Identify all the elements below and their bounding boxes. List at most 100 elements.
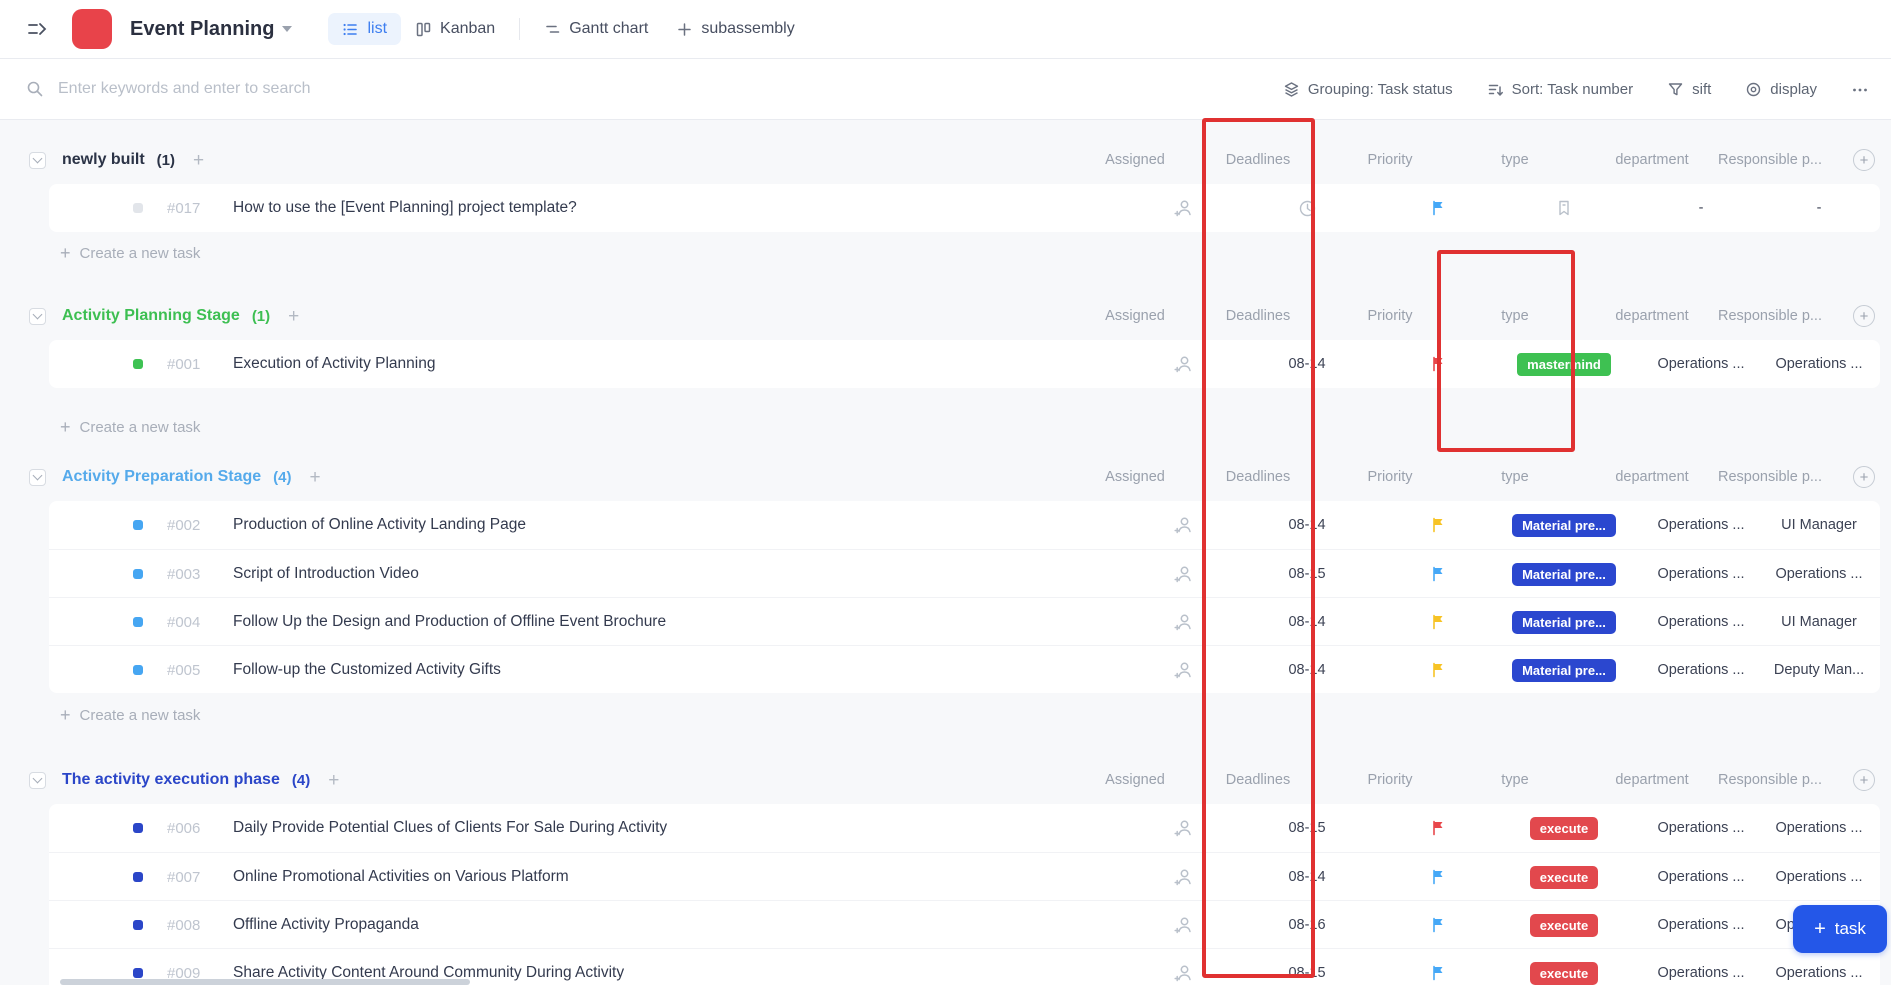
type-badge[interactable]: execute [1494, 853, 1634, 901]
type-badge[interactable]: Material pre... [1494, 501, 1634, 549]
status-dot[interactable] [133, 665, 143, 675]
task-deadline[interactable]: 08-16 [1257, 901, 1357, 949]
priority-flag-icon[interactable] [1389, 646, 1489, 693]
task-responsible[interactable]: Operations ... [1749, 853, 1880, 901]
assign-user-icon[interactable] [1134, 804, 1234, 852]
task-row[interactable]: #008 Offline Activity Propaganda 08-16 e… [49, 900, 1880, 948]
assign-user-icon[interactable] [1134, 184, 1234, 232]
add-column-button[interactable]: + [1853, 149, 1875, 171]
column-header-deadlines[interactable]: Deadlines [1208, 300, 1308, 332]
task-deadline[interactable]: 08-15 [1257, 949, 1357, 985]
status-dot[interactable] [133, 823, 143, 833]
task-row[interactable]: #002 Production of Online Activity Landi… [49, 501, 1880, 549]
task-deadline[interactable]: 08-14 [1257, 598, 1357, 646]
column-header-assigned[interactable]: Assigned [1085, 461, 1185, 493]
sort-control[interactable]: Sort: Task number [1487, 81, 1633, 98]
sidebar-toggle-icon[interactable] [24, 16, 50, 42]
column-header-responsible[interactable]: Responsible p... [1698, 144, 1842, 176]
task-deadline[interactable]: 08-14 [1257, 646, 1357, 693]
task-row[interactable]: #017 How to use the [Event Planning] pro… [49, 184, 1880, 232]
priority-flag-icon[interactable] [1389, 901, 1489, 949]
project-dropdown-caret-icon[interactable] [282, 26, 292, 32]
task-title[interactable]: How to use the [Event Planning] project … [233, 184, 577, 232]
group-add-task-icon[interactable]: + [310, 468, 321, 487]
status-dot[interactable] [133, 520, 143, 530]
column-header-priority[interactable]: Priority [1340, 144, 1440, 176]
status-dot[interactable] [133, 359, 143, 369]
add-column-button[interactable]: + [1853, 466, 1875, 488]
assign-user-icon[interactable] [1134, 340, 1234, 388]
column-header-priority[interactable]: Priority [1340, 461, 1440, 493]
task-responsible[interactable]: Operations ... [1749, 550, 1880, 598]
priority-flag-icon[interactable] [1389, 340, 1489, 388]
task-responsible[interactable]: UI Manager [1749, 598, 1880, 646]
task-row[interactable]: #004 Follow Up the Design and Production… [49, 597, 1880, 645]
task-responsible[interactable]: Operations ... [1749, 804, 1880, 852]
priority-flag-icon[interactable] [1389, 501, 1489, 549]
status-dot[interactable] [133, 872, 143, 882]
column-header-department[interactable]: department [1590, 144, 1714, 176]
task-deadline[interactable]: 08-15 [1257, 550, 1357, 598]
more-button[interactable] [1851, 81, 1869, 99]
deadline-clock-icon[interactable] [1257, 184, 1357, 232]
assign-user-icon[interactable] [1134, 501, 1234, 549]
column-header-type[interactable]: type [1465, 461, 1565, 493]
task-title[interactable]: Follow Up the Design and Production of O… [233, 598, 666, 646]
task-title[interactable]: Execution of Activity Planning [233, 340, 435, 388]
assign-user-icon[interactable] [1134, 853, 1234, 901]
add-view-button[interactable]: subassembly [662, 13, 808, 45]
column-header-assigned[interactable]: Assigned [1085, 300, 1185, 332]
type-badge[interactable]: Material pre... [1494, 598, 1634, 646]
task-responsible[interactable]: Deputy Man... [1749, 646, 1880, 693]
horizontal-scrollbar[interactable] [60, 979, 470, 985]
task-title[interactable]: Offline Activity Propaganda [233, 901, 419, 949]
task-title[interactable]: Production of Online Activity Landing Pa… [233, 501, 526, 549]
type-bookmark-icon[interactable] [1494, 184, 1634, 232]
task-responsible[interactable]: Operations ... [1749, 949, 1880, 985]
task-row[interactable]: #003 Script of Introduction Video 08-15 … [49, 549, 1880, 597]
task-title[interactable]: Online Promotional Activities on Various… [233, 853, 569, 901]
column-header-assigned[interactable]: Assigned [1085, 764, 1185, 796]
task-responsible[interactable]: - [1749, 184, 1880, 232]
assign-user-icon[interactable] [1134, 550, 1234, 598]
priority-flag-icon[interactable] [1389, 804, 1489, 852]
task-responsible[interactable]: Operations ... [1749, 340, 1880, 388]
status-dot[interactable] [133, 920, 143, 930]
type-badge[interactable]: mastermind [1494, 340, 1634, 388]
column-header-department[interactable]: department [1590, 461, 1714, 493]
add-column-button[interactable]: + [1853, 769, 1875, 791]
status-dot[interactable] [133, 617, 143, 627]
assign-user-icon[interactable] [1134, 646, 1234, 693]
task-row[interactable]: #005 Follow-up the Customized Activity G… [49, 645, 1880, 693]
task-responsible[interactable]: UI Manager [1749, 501, 1880, 549]
column-header-deadlines[interactable]: Deadlines [1208, 461, 1308, 493]
task-deadline[interactable]: 08-14 [1257, 501, 1357, 549]
status-dot[interactable] [133, 968, 143, 978]
task-deadline[interactable]: 08-15 [1257, 804, 1357, 852]
group-collapse-toggle[interactable] [29, 772, 46, 789]
column-header-department[interactable]: department [1590, 764, 1714, 796]
task-title[interactable]: Daily Provide Potential Clues of Clients… [233, 804, 667, 852]
assign-user-icon[interactable] [1134, 598, 1234, 646]
priority-flag-icon[interactable] [1389, 598, 1489, 646]
column-header-deadlines[interactable]: Deadlines [1208, 144, 1308, 176]
project-logo[interactable] [72, 9, 112, 49]
priority-flag-icon[interactable] [1389, 550, 1489, 598]
group-collapse-toggle[interactable] [29, 469, 46, 486]
group-add-task-icon[interactable]: + [328, 771, 339, 790]
tab-list[interactable]: list [328, 13, 401, 45]
task-deadline[interactable]: 08-14 [1257, 853, 1357, 901]
group-collapse-toggle[interactable] [29, 152, 46, 169]
assign-user-icon[interactable] [1134, 901, 1234, 949]
create-task-link[interactable]: + Create a new task [60, 415, 200, 439]
task-row[interactable]: #001 Execution of Activity Planning 08-1… [49, 340, 1880, 388]
column-header-responsible[interactable]: Responsible p... [1698, 461, 1842, 493]
add-task-button[interactable]: + task [1793, 905, 1887, 953]
column-header-type[interactable]: type [1465, 300, 1565, 332]
priority-flag-icon[interactable] [1389, 853, 1489, 901]
column-header-deadlines[interactable]: Deadlines [1208, 764, 1308, 796]
column-header-priority[interactable]: Priority [1340, 764, 1440, 796]
column-header-responsible[interactable]: Responsible p... [1698, 300, 1842, 332]
type-badge[interactable]: execute [1494, 804, 1634, 852]
task-deadline[interactable]: 08-14 [1257, 340, 1357, 388]
